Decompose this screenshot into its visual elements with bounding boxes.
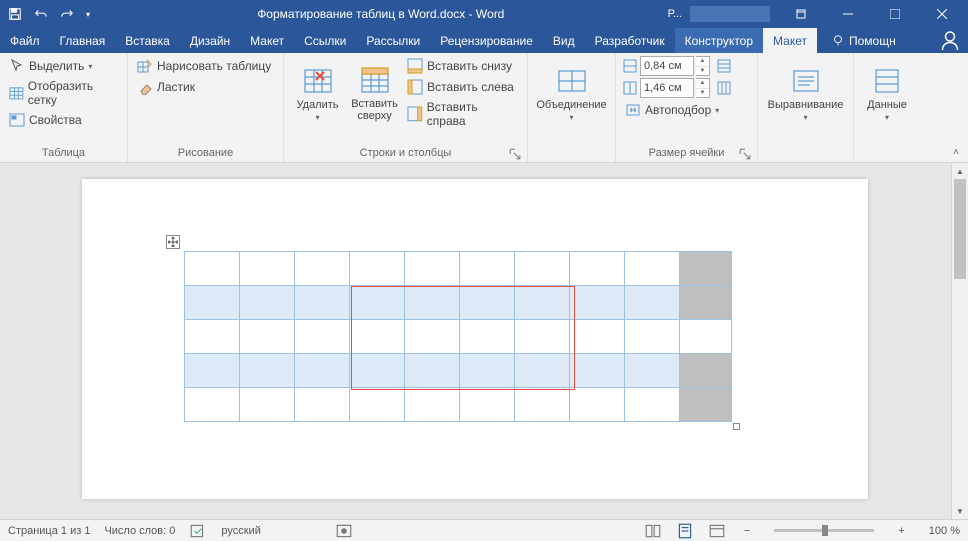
- zoom-in-button[interactable]: +: [894, 525, 908, 537]
- print-layout-icon[interactable]: [676, 523, 694, 539]
- maximize-button[interactable]: [872, 0, 917, 28]
- insert-left-button[interactable]: Вставить слева: [404, 77, 521, 97]
- status-words[interactable]: Число слов: 0: [104, 525, 175, 537]
- group-label-table: Таблица: [6, 145, 121, 162]
- autofit-button[interactable]: Автоподбор▾: [622, 100, 732, 120]
- insert-below-button[interactable]: Вставить снизу: [404, 56, 521, 76]
- data-button[interactable]: Данные▾: [860, 56, 914, 130]
- scroll-up-icon[interactable]: ▲: [952, 163, 968, 179]
- tab-insert[interactable]: Вставка: [115, 28, 180, 53]
- insert-above-button[interactable]: Вставить сверху: [347, 56, 402, 130]
- ribbon-display-options-icon[interactable]: [778, 0, 823, 28]
- autofit-icon: [625, 102, 641, 118]
- web-layout-icon[interactable]: [708, 523, 726, 539]
- group-label-data: [860, 145, 914, 162]
- cursor-icon: [9, 58, 25, 74]
- draw-table-button[interactable]: Нарисовать таблицу: [134, 56, 274, 76]
- tab-references[interactable]: Ссылки: [294, 28, 356, 53]
- page: [82, 179, 868, 499]
- col-width-icon: [622, 80, 638, 96]
- distribute-cols-icon[interactable]: [716, 80, 732, 96]
- delete-button[interactable]: Удалить▾: [290, 56, 345, 130]
- properties-button[interactable]: Свойства: [6, 110, 121, 130]
- tab-developer[interactable]: Разработчик: [585, 28, 675, 53]
- document-area: ▲ ▼: [0, 163, 968, 519]
- insert-below-icon: [407, 58, 423, 74]
- table-move-handle[interactable]: [166, 235, 180, 249]
- spellcheck-icon[interactable]: [189, 523, 207, 539]
- tab-table-design[interactable]: Конструктор: [675, 28, 763, 53]
- data-icon: [871, 65, 903, 97]
- window-title: Форматирование таблиц в Word.docx - Word: [94, 7, 668, 21]
- col-width-spinner[interactable]: ▲▼: [696, 78, 710, 98]
- read-mode-icon[interactable]: [644, 523, 662, 539]
- tab-view[interactable]: Вид: [543, 28, 585, 53]
- eraser-icon: [137, 79, 153, 95]
- alignment-icon: [790, 65, 822, 97]
- group-label-merge: [534, 145, 609, 162]
- insert-right-icon: [407, 106, 423, 122]
- status-lang[interactable]: русский: [221, 525, 260, 537]
- tell-me[interactable]: Помощн: [821, 28, 906, 53]
- word-table[interactable]: [184, 251, 732, 422]
- dialog-launcher-icon[interactable]: [739, 148, 751, 160]
- account-name-placeholder: [690, 6, 770, 22]
- tab-mailings[interactable]: Рассылки: [356, 28, 430, 53]
- row-height-spinner[interactable]: ▲▼: [696, 56, 710, 76]
- tab-layout[interactable]: Макет: [240, 28, 294, 53]
- share-icon[interactable]: [938, 28, 962, 53]
- zoom-slider[interactable]: [774, 529, 874, 532]
- macro-recording-icon[interactable]: [335, 523, 353, 539]
- properties-icon: [9, 112, 25, 128]
- col-width-input[interactable]: 1,46 см: [640, 78, 694, 98]
- group-label-rowscols: Строки и столбцы: [290, 145, 521, 162]
- merge-button[interactable]: Объединение▾: [534, 56, 609, 130]
- pencil-grid-icon: [137, 58, 153, 74]
- status-bar: Страница 1 из 1 Число слов: 0 русский − …: [0, 519, 968, 541]
- account-prefix: Р...: [668, 8, 682, 20]
- group-label-align: [764, 145, 847, 162]
- ribbon-tabs: Файл Главная Вставка Дизайн Макет Ссылки…: [0, 28, 968, 53]
- redo-icon[interactable]: [56, 3, 78, 25]
- group-label-cellsize: Размер ячейки: [622, 145, 751, 162]
- close-button[interactable]: [919, 0, 964, 28]
- alignment-button[interactable]: Выравнивание▾: [764, 56, 847, 130]
- ribbon: Выделить▾ Отобразить сетку Свойства Табл…: [0, 53, 968, 163]
- scroll-thumb[interactable]: [954, 179, 966, 279]
- tab-home[interactable]: Главная: [50, 28, 116, 53]
- group-label-draw: Рисование: [134, 145, 277, 162]
- select-button[interactable]: Выделить▾: [6, 56, 121, 76]
- view-gridlines-button[interactable]: Отобразить сетку: [6, 77, 121, 109]
- insert-right-button[interactable]: Вставить справа: [404, 98, 521, 130]
- row-height-icon: [622, 58, 638, 74]
- insert-above-icon: [359, 64, 391, 96]
- merge-cells-icon: [556, 65, 588, 97]
- dialog-launcher-icon[interactable]: [509, 148, 521, 160]
- zoom-level[interactable]: 100 %: [929, 525, 960, 537]
- collapse-ribbon-icon[interactable]: ˄: [948, 144, 964, 160]
- distribute-rows-icon[interactable]: [716, 58, 732, 74]
- table-resize-handle[interactable]: [733, 423, 740, 430]
- table-grid[interactable]: [184, 251, 732, 422]
- zoom-out-button[interactable]: −: [740, 525, 754, 537]
- document-canvas[interactable]: [0, 163, 951, 519]
- minimize-button[interactable]: [825, 0, 870, 28]
- eraser-button[interactable]: Ластик: [134, 77, 274, 97]
- grid-icon: [9, 85, 24, 101]
- row-height-input[interactable]: 0,84 см: [640, 56, 694, 76]
- save-icon[interactable]: [4, 3, 26, 25]
- title-bar: ▾ Форматирование таблиц в Word.docx - Wo…: [0, 0, 968, 28]
- tab-review[interactable]: Рецензирование: [430, 28, 543, 53]
- tab-design[interactable]: Дизайн: [180, 28, 240, 53]
- qat-customize-icon[interactable]: ▾: [82, 3, 94, 25]
- undo-icon[interactable]: [30, 3, 52, 25]
- vertical-scrollbar[interactable]: ▲ ▼: [951, 163, 968, 519]
- status-page[interactable]: Страница 1 из 1: [8, 525, 90, 537]
- tab-table-layout[interactable]: Макет: [763, 28, 817, 53]
- delete-table-icon: [302, 65, 334, 97]
- scroll-down-icon[interactable]: ▼: [952, 503, 968, 519]
- tab-file[interactable]: Файл: [0, 28, 50, 53]
- insert-left-icon: [407, 79, 423, 95]
